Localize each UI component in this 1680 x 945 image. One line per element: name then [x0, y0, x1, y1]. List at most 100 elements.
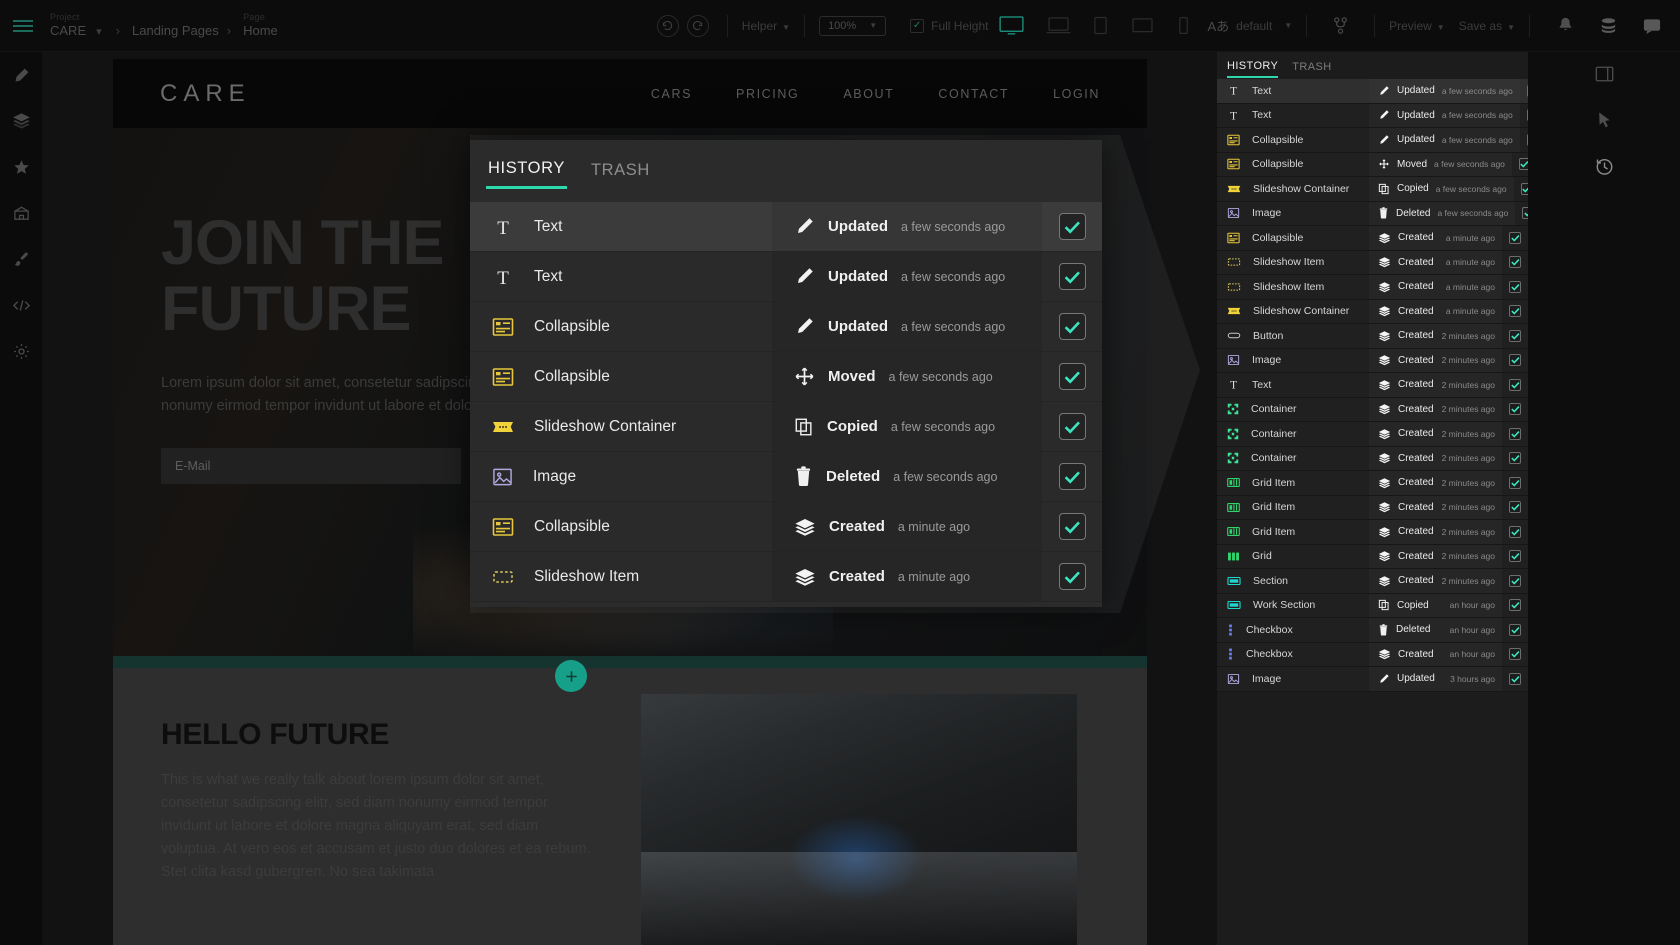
breadcrumb-project[interactable]: Project CARE	[46, 12, 90, 39]
tab-trash[interactable]: TRASH	[589, 155, 652, 188]
hamburger-icon[interactable]	[0, 19, 46, 32]
sidebar-row[interactable]: Grid Created 2 minutes ago	[1217, 544, 1528, 569]
sidebar-row-checkbox[interactable]	[1518, 158, 1528, 171]
sidebar-row[interactable]: T Text Updated a few seconds ago	[1217, 103, 1528, 128]
preview-dropdown[interactable]: Preview ▼	[1389, 19, 1445, 33]
sidebar-row[interactable]: Collapsible Updated a few seconds ago	[1217, 128, 1528, 153]
sidebar-row-checkbox[interactable]	[1509, 256, 1521, 269]
chevron-down-icon[interactable]: ▾	[96, 25, 102, 38]
sidebar-row-checkbox[interactable]	[1509, 354, 1521, 367]
cursor-icon[interactable]	[1590, 106, 1618, 134]
history-clock-icon[interactable]	[1590, 152, 1618, 180]
row-checkbox[interactable]	[1058, 263, 1086, 290]
database-icon[interactable]	[1599, 16, 1618, 35]
sidebar-row-checkbox[interactable]	[1509, 648, 1521, 661]
branch-icon[interactable]	[1333, 16, 1348, 35]
sidebar-row-checkbox[interactable]	[1509, 574, 1521, 587]
sidebar-row[interactable]: Slideshow Item Created a minute ago	[1217, 275, 1528, 300]
row-checkbox[interactable]	[1058, 463, 1086, 490]
site-nav-link[interactable]: ABOUT	[843, 87, 894, 101]
sidebar-row[interactable]: Collapsible Created a minute ago	[1217, 226, 1528, 251]
sidebar-row[interactable]: Container Created 2 minutes ago	[1217, 446, 1528, 471]
bell-icon[interactable]	[1556, 16, 1575, 35]
table-row[interactable]: Image Deleted a few seconds ago	[470, 452, 1102, 502]
sidebar-row[interactable]: Container Created 2 minutes ago	[1217, 422, 1528, 447]
sidebar-row[interactable]: Work Section Copied an hour ago	[1217, 593, 1528, 618]
sidebar-row-checkbox[interactable]	[1509, 550, 1521, 563]
table-row[interactable]: Slideshow Container Copied a few seconds…	[470, 402, 1102, 452]
sidebar-row[interactable]: T Text Created 2 minutes ago	[1217, 373, 1528, 398]
sidebar-row[interactable]: Container Created 2 minutes ago	[1217, 397, 1528, 422]
sidebar-row-checkbox[interactable]	[1509, 452, 1521, 465]
sidebar-row-checkbox[interactable]	[1509, 427, 1521, 440]
device-desktop-icon[interactable]	[999, 16, 1025, 35]
archive-icon[interactable]	[8, 200, 34, 226]
panel-icon[interactable]	[1590, 60, 1618, 88]
pencil-icon[interactable]	[8, 62, 34, 88]
redo-icon[interactable]	[686, 14, 709, 37]
star-icon[interactable]	[8, 154, 34, 180]
sidebar-row-checkbox[interactable]	[1509, 476, 1521, 489]
email-field[interactable]: E-Mail	[161, 448, 461, 484]
sidebar-row-checkbox[interactable]	[1509, 378, 1521, 391]
breadcrumb-section[interactable]: Landing Pages	[128, 23, 223, 39]
sidebar-row-checkbox[interactable]	[1509, 403, 1521, 416]
sidebar-tab-trash[interactable]: TRASH	[1292, 61, 1331, 77]
sidebar-row[interactable]: Button Created 2 minutes ago	[1217, 324, 1528, 349]
site-nav-link[interactable]: LOGIN	[1053, 87, 1100, 101]
sidebar-row-checkbox[interactable]	[1509, 599, 1521, 612]
sidebar-row-checkbox[interactable]	[1509, 623, 1521, 636]
table-row[interactable]: Collapsible Moved a few seconds ago	[470, 352, 1102, 402]
row-checkbox[interactable]	[1058, 313, 1086, 340]
sidebar-row-checkbox[interactable]	[1520, 182, 1528, 195]
site-nav-link[interactable]: CARS	[651, 87, 692, 101]
device-mobile-icon[interactable]	[1177, 16, 1190, 35]
row-checkbox[interactable]	[1058, 213, 1086, 240]
save-as-dropdown[interactable]: Save as ▼	[1459, 19, 1515, 33]
comment-icon[interactable]	[1642, 16, 1662, 35]
sidebar-row[interactable]: Grid Item Created 2 minutes ago	[1217, 520, 1528, 545]
brush-icon[interactable]	[8, 246, 34, 272]
sidebar-row-checkbox[interactable]	[1509, 525, 1521, 538]
sidebar-row-checkbox[interactable]	[1509, 329, 1521, 342]
sidebar-row[interactable]: Image Updated 3 hours ago	[1217, 667, 1528, 692]
sidebar-row-checkbox[interactable]	[1509, 231, 1521, 244]
device-tablet-small-icon[interactable]	[1130, 16, 1155, 35]
sidebar-row[interactable]: Image Created 2 minutes ago	[1217, 348, 1528, 373]
zoom-level-select[interactable]: 100% ▼	[819, 15, 887, 36]
device-laptop-icon[interactable]	[1046, 16, 1071, 35]
layers-icon[interactable]	[8, 108, 34, 134]
sidebar-row-checkbox[interactable]	[1509, 501, 1521, 514]
sidebar-row-checkbox[interactable]	[1509, 305, 1521, 318]
row-checkbox[interactable]	[1058, 363, 1086, 390]
sidebar-row[interactable]: T Text Updated a few seconds ago	[1217, 79, 1528, 104]
sidebar-row[interactable]: Checkbox Created an hour ago	[1217, 642, 1528, 667]
row-checkbox[interactable]	[1058, 563, 1086, 590]
site-nav-link[interactable]: CONTACT	[938, 87, 1009, 101]
tab-history[interactable]: HISTORY	[486, 153, 567, 189]
table-row[interactable]: T Text Updated a few seconds ago	[470, 252, 1102, 302]
table-row[interactable]: Collapsible Created a minute ago	[470, 502, 1102, 552]
sidebar-row-checkbox[interactable]	[1509, 672, 1521, 685]
helper-dropdown[interactable]: Helper ▼	[742, 19, 790, 33]
full-height-toggle[interactable]: ✓ Full Height	[910, 18, 988, 33]
sidebar-row[interactable]: Slideshow Container Copied a few seconds a…	[1217, 177, 1528, 202]
sidebar-row[interactable]: Section Created 2 minutes ago	[1217, 569, 1528, 594]
table-row[interactable]: T Text Updated a few seconds ago	[470, 202, 1102, 252]
sidebar-row[interactable]: Grid Item Created 2 minutes ago	[1217, 471, 1528, 496]
sidebar-row-checkbox[interactable]	[1509, 280, 1521, 293]
sidebar-row[interactable]: Image Deleted a few seconds ago	[1217, 201, 1528, 226]
table-row[interactable]: Collapsible Updated a few seconds ago	[470, 302, 1102, 352]
sidebar-tab-history[interactable]: HISTORY	[1227, 60, 1279, 78]
table-row[interactable]: Slideshow Item Created a minute ago	[470, 552, 1102, 602]
gear-icon[interactable]	[8, 338, 34, 364]
add-block-icon[interactable]	[555, 660, 587, 692]
sidebar-row[interactable]: Slideshow Container Created a minute ago	[1217, 299, 1528, 324]
undo-icon[interactable]	[656, 14, 679, 37]
breadcrumb-page[interactable]: Page Home	[239, 12, 282, 39]
row-checkbox[interactable]	[1058, 413, 1086, 440]
site-nav-link[interactable]: PRICING	[736, 87, 799, 101]
sidebar-row[interactable]: Checkbox Deleted an hour ago	[1217, 618, 1528, 643]
language-select[interactable]: Aあ default ▼	[1207, 16, 1292, 35]
row-checkbox[interactable]	[1058, 513, 1086, 540]
